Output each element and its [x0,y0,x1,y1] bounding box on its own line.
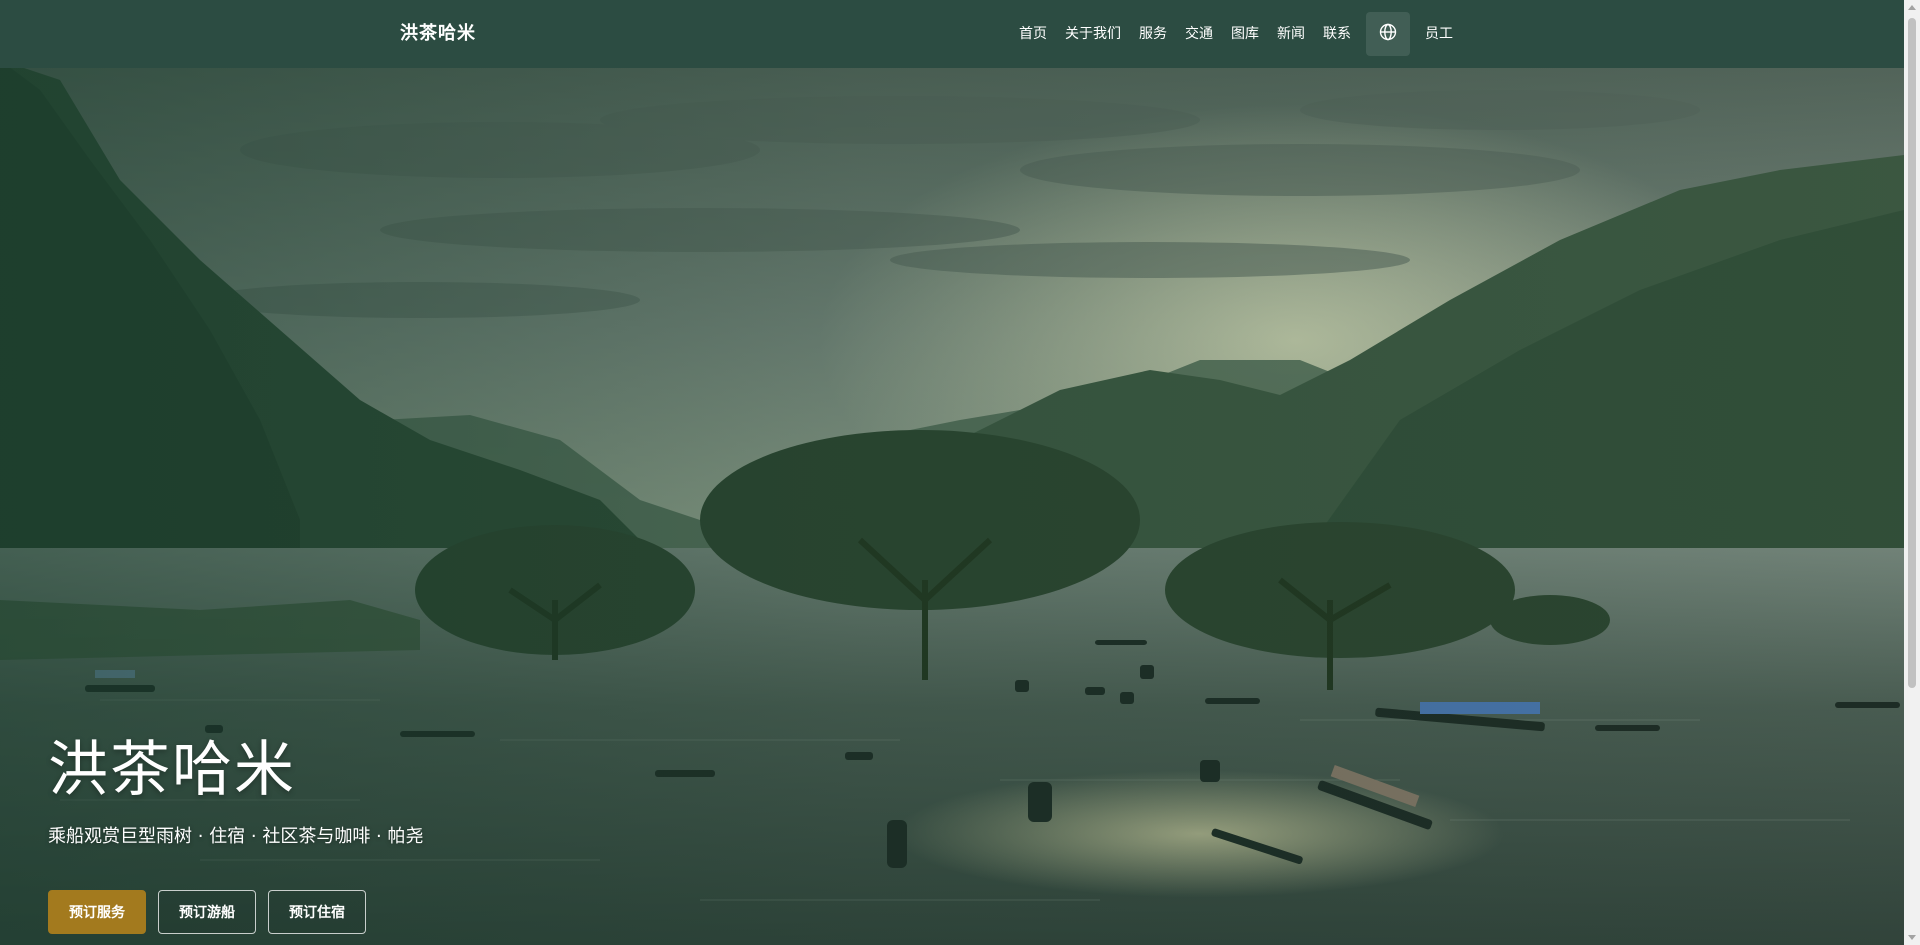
hero-buttons: 预订服务 预订游船 预订住宿 [48,890,366,934]
hero-content: 洪茶哈米 乘船观赏巨型雨树 · 住宿 · 社区茶与咖啡 · 帕尧 [48,740,424,848]
nav-item-contact[interactable]: 联系 [1314,0,1360,68]
nav-item-gallery[interactable]: 图库 [1222,0,1268,68]
page: 洪茶哈米 首页 关于我们 服务 交通 图库 新闻 联系 员工 洪茶哈米 乘船观赏… [0,0,1920,945]
nav-item-staff[interactable]: 员工 [1416,0,1462,68]
nav-item-news[interactable]: 新闻 [1268,0,1314,68]
nav-item-transport[interactable]: 交通 [1176,0,1222,68]
page-scrollbar[interactable] [1904,0,1920,945]
book-boat-button[interactable]: 预订游船 [158,890,256,934]
hero-subtitle: 乘船观赏巨型雨树 · 住宿 · 社区茶与咖啡 · 帕尧 [48,826,424,847]
nav-item-services[interactable]: 服务 [1130,0,1176,68]
book-stay-button[interactable]: 预订住宿 [268,890,366,934]
nav-item-about[interactable]: 关于我们 [1056,0,1130,68]
scroll-up-arrow-icon[interactable] [1908,5,1916,10]
site-header: 洪茶哈米 首页 关于我们 服务 交通 图库 新闻 联系 员工 [0,0,1904,68]
globe-icon [1379,23,1397,45]
language-switcher-button[interactable] [1366,12,1410,56]
main-nav: 首页 关于我们 服务 交通 图库 新闻 联系 员工 [1010,0,1462,68]
nav-item-home[interactable]: 首页 [1010,0,1056,68]
brand-logo-text[interactable]: 洪茶哈米 [400,0,476,68]
scrollbar-thumb[interactable] [1908,18,1916,688]
hero-title: 洪茶哈米 [48,735,296,805]
scroll-down-arrow-icon[interactable] [1908,935,1916,940]
book-service-button[interactable]: 预订服务 [48,890,146,934]
